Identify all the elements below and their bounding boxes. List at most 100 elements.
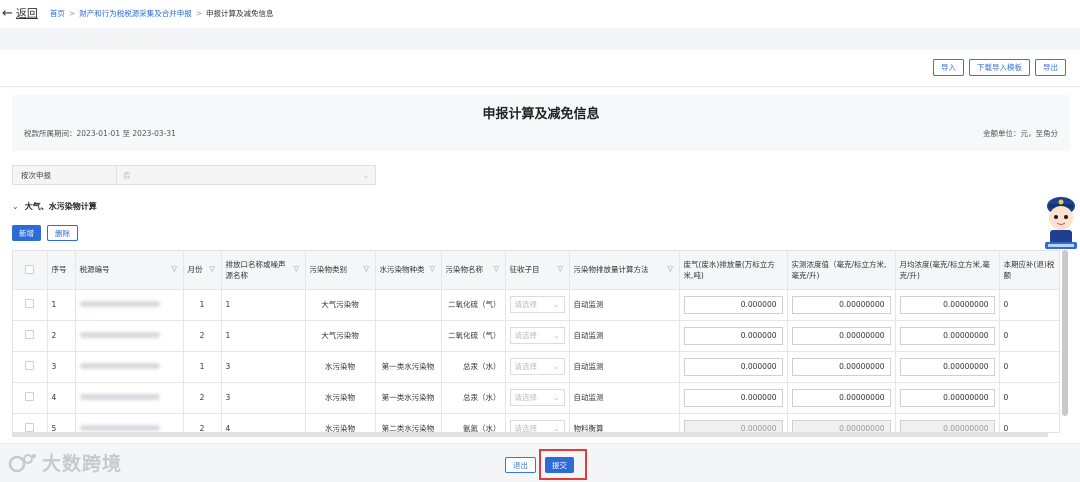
levy-item-cell: 请选择 ⌄ xyxy=(505,351,570,383)
table-row: 2 2 1 大气污染物 二氧化硫（气） 请选择 ⌄ 自动监测 0.000000 0.0000000… xyxy=(13,320,1059,352)
pollutant-category-cell: 水污染物 xyxy=(305,351,376,383)
levy-item-cell: 请选择 ⌄ xyxy=(505,289,570,321)
row-checkbox[interactable] xyxy=(25,330,35,339)
measured-input[interactable]: 0.00000000 xyxy=(791,388,891,407)
column-label: 税源编号 xyxy=(79,265,110,275)
levy-item-select[interactable]: 请选择 ⌄ xyxy=(509,327,565,344)
filter-select[interactable]: 否 ⌄ xyxy=(117,166,375,184)
monthly-cell: 0.00000000 xyxy=(895,382,1000,414)
levy-item-select[interactable]: 请选择 ⌄ xyxy=(509,389,565,406)
redacted-tax-source-id xyxy=(79,363,160,369)
watermark-logo: 大数跨境 xyxy=(8,449,122,476)
pollutant-category-cell: 大气污染物 xyxy=(305,320,376,352)
filter-icon[interactable]: ▽ xyxy=(668,266,675,273)
chevron-down-icon: ⌄ xyxy=(553,393,560,402)
back-button[interactable]: ← 返回 xyxy=(2,5,38,21)
water-pollutant-type-cell xyxy=(375,320,442,352)
horizontal-scrollbar[interactable] xyxy=(12,433,1048,437)
column-header[interactable]: 水污染物种类 ▽ xyxy=(375,251,442,290)
levy-item-cell: 请选择 ⌄ xyxy=(505,382,570,414)
select-placeholder: 请选择 xyxy=(514,362,538,371)
column-header: 本期应补(退)税额 xyxy=(999,251,1059,290)
download-template-button[interactable]: 下载导入模板 xyxy=(969,59,1030,76)
measured-input[interactable]: 0.00000000 xyxy=(791,295,891,314)
tax-period: 税款所属期间：2023-01-01 至 2023-03-31 xyxy=(24,129,176,138)
breadcrumb-home[interactable]: 首页 xyxy=(50,8,65,19)
breadcrumb-separator: > xyxy=(195,8,202,18)
month-cell: 2 xyxy=(183,382,222,414)
column-label: 污染物排放量计算方法 xyxy=(573,265,649,275)
select-all-checkbox[interactable] xyxy=(25,265,35,275)
table-row: 4 2 3 水污染物 第一类水污染物 总汞（水） 请选择 ⌄ 自动监测 0.000000 0.000… xyxy=(13,382,1059,414)
row-number: 4 xyxy=(47,382,76,414)
measured-input: 0.00000000 xyxy=(791,419,891,432)
pollutant-category-cell: 大气污染物 xyxy=(305,289,376,321)
exit-button[interactable]: 退出 xyxy=(505,457,536,473)
measured-input[interactable]: 0.00000000 xyxy=(791,357,891,376)
monthly-input[interactable]: 0.00000000 xyxy=(899,388,995,407)
calc-method-cell: 自动监测 xyxy=(569,351,680,383)
delete-button[interactable]: 删除 xyxy=(47,225,78,241)
row-number: 3 xyxy=(47,351,76,383)
export-button[interactable]: 导出 xyxy=(1035,59,1066,76)
levy-item-select[interactable]: 请选择 ⌄ xyxy=(509,358,565,375)
filter-icon[interactable]: ▽ xyxy=(172,266,179,273)
column-label: 废气(废水)排放量(万标立方米,吨) xyxy=(683,259,775,280)
table-actions: 新增 删除 xyxy=(12,225,78,241)
column-header[interactable]: 污染物排放量计算方法 ▽ xyxy=(569,251,680,290)
add-button[interactable]: 新增 xyxy=(12,225,41,241)
back-label[interactable]: 返回 xyxy=(16,5,38,21)
row-number: 2 xyxy=(47,320,76,352)
monthly-input[interactable]: 0.00000000 xyxy=(899,357,995,376)
row-checkbox[interactable] xyxy=(25,361,35,370)
column-header[interactable]: 污染物类别 ▽ xyxy=(305,251,376,290)
emission-input[interactable]: 0.000000 xyxy=(683,357,783,376)
emission-cell: 0.000000 xyxy=(679,289,788,321)
outlet-name-cell: 1 xyxy=(221,320,306,352)
column-header[interactable]: 税源编号 ▽ xyxy=(75,251,184,290)
amount-unit: 金额单位：元，至角分 xyxy=(983,129,1058,138)
row-select-cell xyxy=(13,351,48,383)
row-checkbox[interactable] xyxy=(25,423,35,432)
breadcrumb-tax-source[interactable]: 财产和行为税税源采集及合并申报 xyxy=(79,8,192,19)
filter-icon[interactable]: ▽ xyxy=(364,266,371,273)
column-header[interactable]: 征收子目 ▽ xyxy=(505,251,570,290)
tax-amount-cell: 0 xyxy=(999,413,1059,432)
breadcrumb: 首页 > 财产和行为税税源采集及合并申报 > 申报计算及减免信息 xyxy=(50,8,274,19)
footer-bar xyxy=(0,443,1080,482)
measured-input[interactable]: 0.00000000 xyxy=(791,326,891,345)
import-button[interactable]: 导入 xyxy=(933,59,964,76)
pollutant-name-cell: 总汞（水） xyxy=(441,351,506,383)
levy-item-select[interactable]: 请选择 ⌄ xyxy=(509,296,565,313)
levy-item-select[interactable]: 请选择 ⌄ xyxy=(509,420,565,433)
emission-input[interactable]: 0.000000 xyxy=(683,326,783,345)
filter-icon[interactable]: ▽ xyxy=(210,266,217,273)
chevron-down-icon: ⌄ xyxy=(553,331,560,340)
emission-input[interactable]: 0.000000 xyxy=(683,388,783,407)
filter-icon[interactable]: ▽ xyxy=(294,266,301,273)
column-header[interactable]: 污染物名称 ▽ xyxy=(441,251,506,290)
column-header: 序号 xyxy=(47,251,76,290)
monthly-cell: 0.00000000 xyxy=(895,289,1000,321)
section-header[interactable]: ⌄ 大气、水污染物计算 xyxy=(12,201,97,212)
select-placeholder: 请选择 xyxy=(514,424,538,433)
tax-amount-cell: 0 xyxy=(999,320,1059,352)
filter-icon[interactable]: ▽ xyxy=(430,266,437,273)
filter-icon[interactable]: ▽ xyxy=(494,266,501,273)
assistant-mascot-icon[interactable] xyxy=(1042,192,1080,252)
logo-mark-icon xyxy=(8,453,36,472)
emission-input[interactable]: 0.000000 xyxy=(683,295,783,314)
emission-cell: 0.000000 xyxy=(679,320,788,352)
row-checkbox[interactable] xyxy=(25,392,35,401)
filter-icon[interactable]: ▽ xyxy=(558,266,565,273)
vertical-scrollbar[interactable] xyxy=(1062,250,1068,416)
monthly-input[interactable]: 0.00000000 xyxy=(899,326,995,345)
pollutant-name-cell: 二氧化硫（气） xyxy=(441,289,506,321)
row-checkbox[interactable] xyxy=(25,299,35,308)
submit-button[interactable]: 提交 xyxy=(545,457,574,473)
monthly-input[interactable]: 0.00000000 xyxy=(899,295,995,314)
column-header[interactable]: 月份 ▽ xyxy=(183,251,222,290)
monthly-cell: 0.00000000 xyxy=(895,320,1000,352)
column-header[interactable]: 排放口名称或噪声源名称 ▽ xyxy=(221,251,306,290)
water-pollutant-type-cell: 第一类水污染物 xyxy=(375,351,442,383)
